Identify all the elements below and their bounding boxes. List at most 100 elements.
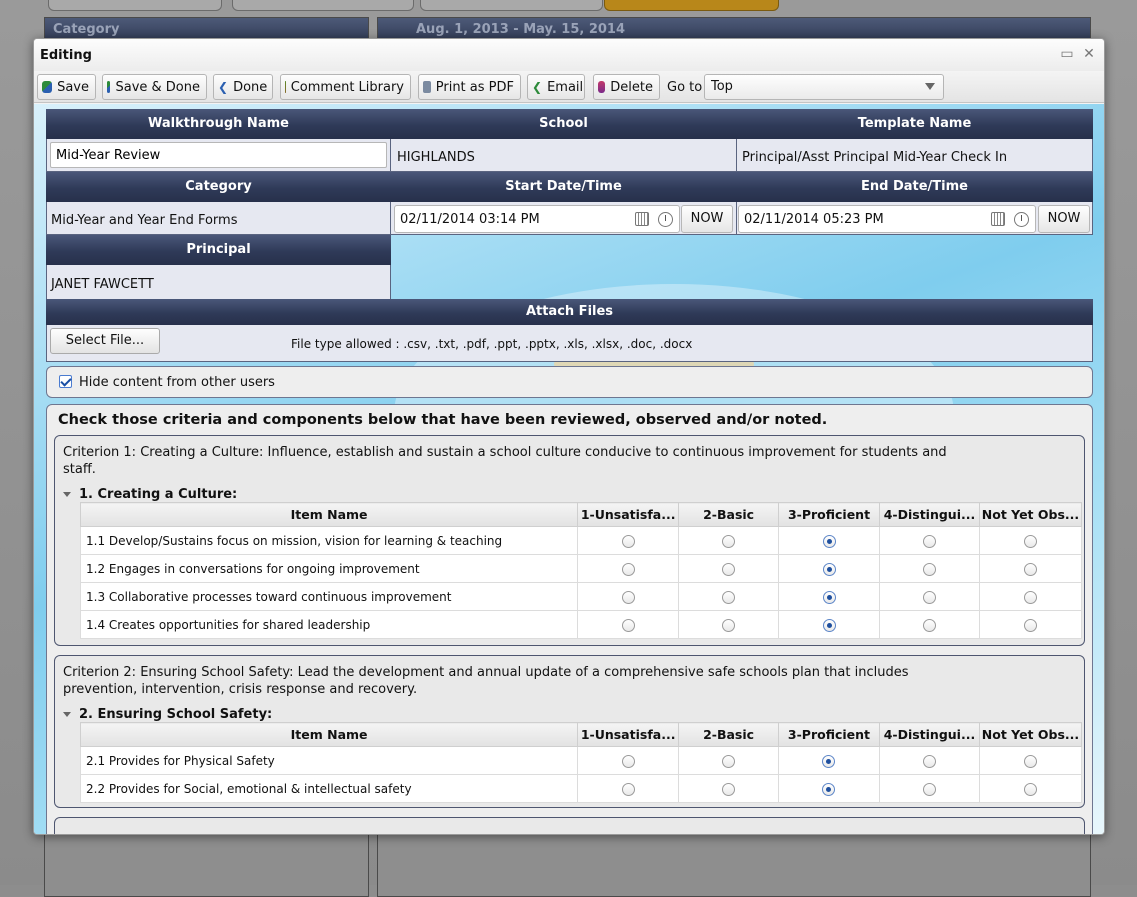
print-pdf-button[interactable]: Print as PDF [418, 74, 521, 100]
column-header: 4-Distingui... [878, 722, 980, 747]
rating-radio-not-observed[interactable] [1023, 534, 1037, 548]
rating-radio-3[interactable] [822, 534, 836, 548]
email-icon: ❮ [532, 80, 543, 94]
print-pdf-button-label: Print as PDF [435, 79, 514, 95]
template-name-header: Template Name [736, 109, 1093, 139]
item-name: 1.2 Engages in conversations for ongoing… [79, 554, 579, 583]
category-value: Mid-Year and Year End Forms [51, 213, 238, 228]
bg-category-title: Category [45, 18, 368, 40]
collapse-triangle-icon[interactable] [63, 712, 71, 717]
goto-select[interactable]: Top [704, 74, 944, 100]
rating-radio-2[interactable] [722, 562, 736, 576]
end-date-header: End Date/Time [736, 172, 1093, 202]
rating-radio-3[interactable] [822, 590, 836, 604]
rating-radio-2[interactable] [722, 754, 736, 768]
close-icon[interactable]: ✕ [1082, 47, 1096, 61]
start-date-input[interactable]: 02/11/2014 03:14 PM [394, 205, 680, 233]
column-header: 3-Proficient [778, 502, 880, 527]
rating-radio-2[interactable] [722, 590, 736, 604]
save-done-button[interactable]: Save & Done [102, 74, 207, 100]
delete-button[interactable]: Delete [593, 74, 660, 100]
rating-radio-4[interactable] [922, 782, 936, 796]
rating-radio-4[interactable] [922, 590, 936, 604]
bg-top-button [232, 0, 414, 11]
walkthrough-name-input[interactable] [50, 142, 387, 168]
goto-label: Go to [667, 80, 703, 95]
clock-icon[interactable] [1014, 212, 1029, 227]
rating-radio-1[interactable] [621, 782, 635, 796]
item-name: 1.1 Develop/Sustains focus on mission, v… [79, 526, 579, 555]
email-button-label: Email [547, 79, 584, 95]
maximize-icon[interactable]: ▭ [1060, 47, 1074, 61]
rating-radio-not-observed[interactable] [1023, 590, 1037, 604]
column-header: 4-Distingui... [878, 502, 980, 527]
item-name: 1.4 Creates opportunities for shared lea… [79, 610, 579, 639]
rating-radio-1[interactable] [621, 618, 635, 632]
rating-radio-not-observed[interactable] [1023, 562, 1037, 576]
end-date-value: 02/11/2014 05:23 PM [744, 212, 884, 227]
rating-radio-not-observed[interactable] [1023, 754, 1037, 768]
principal-value: JANET FAWCETT [51, 277, 154, 292]
end-now-button[interactable]: NOW [1038, 205, 1090, 233]
template-name-value: Principal/Asst Principal Mid-Year Check … [742, 150, 1008, 165]
clock-icon[interactable] [658, 212, 673, 227]
hide-content-label: Hide content from other users [79, 375, 275, 390]
rating-radio-3[interactable] [822, 754, 836, 768]
bg-top-button [420, 0, 603, 11]
done-button[interactable]: ❮ Done [213, 74, 273, 100]
item-name: 2.2 Provides for Social, emotional & int… [79, 774, 579, 803]
rating-radio-2[interactable] [722, 534, 736, 548]
start-now-button[interactable]: NOW [681, 205, 733, 233]
save-done-button-label: Save & Done [115, 79, 200, 95]
column-header: Not Yet Obs... [978, 722, 1083, 747]
table-row: 1.2 Engages in conversations for ongoing… [79, 554, 1083, 583]
rating-radio-not-observed[interactable] [1023, 618, 1037, 632]
hide-content-checkbox[interactable] [59, 375, 72, 388]
table-row: 1.3 Collaborative processes toward conti… [79, 582, 1083, 611]
end-date-input[interactable]: 02/11/2014 05:23 PM [738, 205, 1036, 233]
column-header: 3-Proficient [778, 722, 880, 747]
save-button[interactable]: Save [37, 74, 96, 100]
rating-radio-3[interactable] [822, 618, 836, 632]
save-done-icon [107, 81, 111, 93]
rating-radio-3[interactable] [822, 562, 836, 576]
criterion-subtitle[interactable]: 1. Creating a Culture: [63, 487, 237, 502]
trash-icon [598, 81, 606, 93]
criterion-items-table: Item Name 1-Unsatisfa... 2-Basic 3-Profi… [79, 722, 1083, 803]
rating-radio-1[interactable] [621, 562, 635, 576]
select-file-button[interactable]: Select File... [50, 328, 160, 354]
email-button[interactable]: ❮ Email [527, 74, 585, 100]
table-header-row: Item Name 1-Unsatisfa... 2-Basic 3-Profi… [79, 722, 1083, 747]
rating-radio-4[interactable] [922, 618, 936, 632]
rating-radio-4[interactable] [922, 754, 936, 768]
rating-radio-4[interactable] [922, 562, 936, 576]
principal-header: Principal [46, 235, 391, 265]
rating-radio-2[interactable] [722, 782, 736, 796]
bg-top-button [48, 0, 222, 11]
hide-content-row: Hide content from other users [46, 366, 1093, 398]
table-row: 2.1 Provides for Physical Safety [79, 746, 1083, 775]
rating-radio-3[interactable] [822, 782, 836, 796]
criterion-subtitle[interactable]: 2. Ensuring School Safety: [63, 707, 272, 722]
dialog-titlebar: Editing ▭ ✕ [34, 39, 1104, 71]
column-header: 2-Basic [678, 502, 780, 527]
bg-date-range-title: Aug. 1, 2013 - May. 15, 2014 [378, 18, 1090, 40]
comment-library-button[interactable]: Comment Library [280, 74, 411, 100]
rating-radio-1[interactable] [621, 754, 635, 768]
rating-radio-2[interactable] [722, 618, 736, 632]
collapse-triangle-icon[interactable] [63, 492, 71, 497]
calendar-icon[interactable] [635, 212, 649, 226]
attach-files-header: Attach Files [46, 299, 1093, 325]
rating-radio-not-observed[interactable] [1023, 782, 1037, 796]
calendar-icon[interactable] [991, 212, 1005, 226]
rating-radio-1[interactable] [621, 590, 635, 604]
start-date-value: 02/11/2014 03:14 PM [400, 212, 540, 227]
column-header: Item Name [79, 502, 579, 527]
school-header: School [390, 109, 737, 139]
rating-radio-4[interactable] [922, 534, 936, 548]
rating-radio-1[interactable] [621, 534, 635, 548]
column-header: 1-Unsatisfa... [577, 722, 680, 747]
table-header-row: Item Name 1-Unsatisfa... 2-Basic 3-Profi… [79, 502, 1083, 527]
table-row: 1.4 Creates opportunities for shared lea… [79, 610, 1083, 639]
column-header: Item Name [79, 722, 579, 747]
